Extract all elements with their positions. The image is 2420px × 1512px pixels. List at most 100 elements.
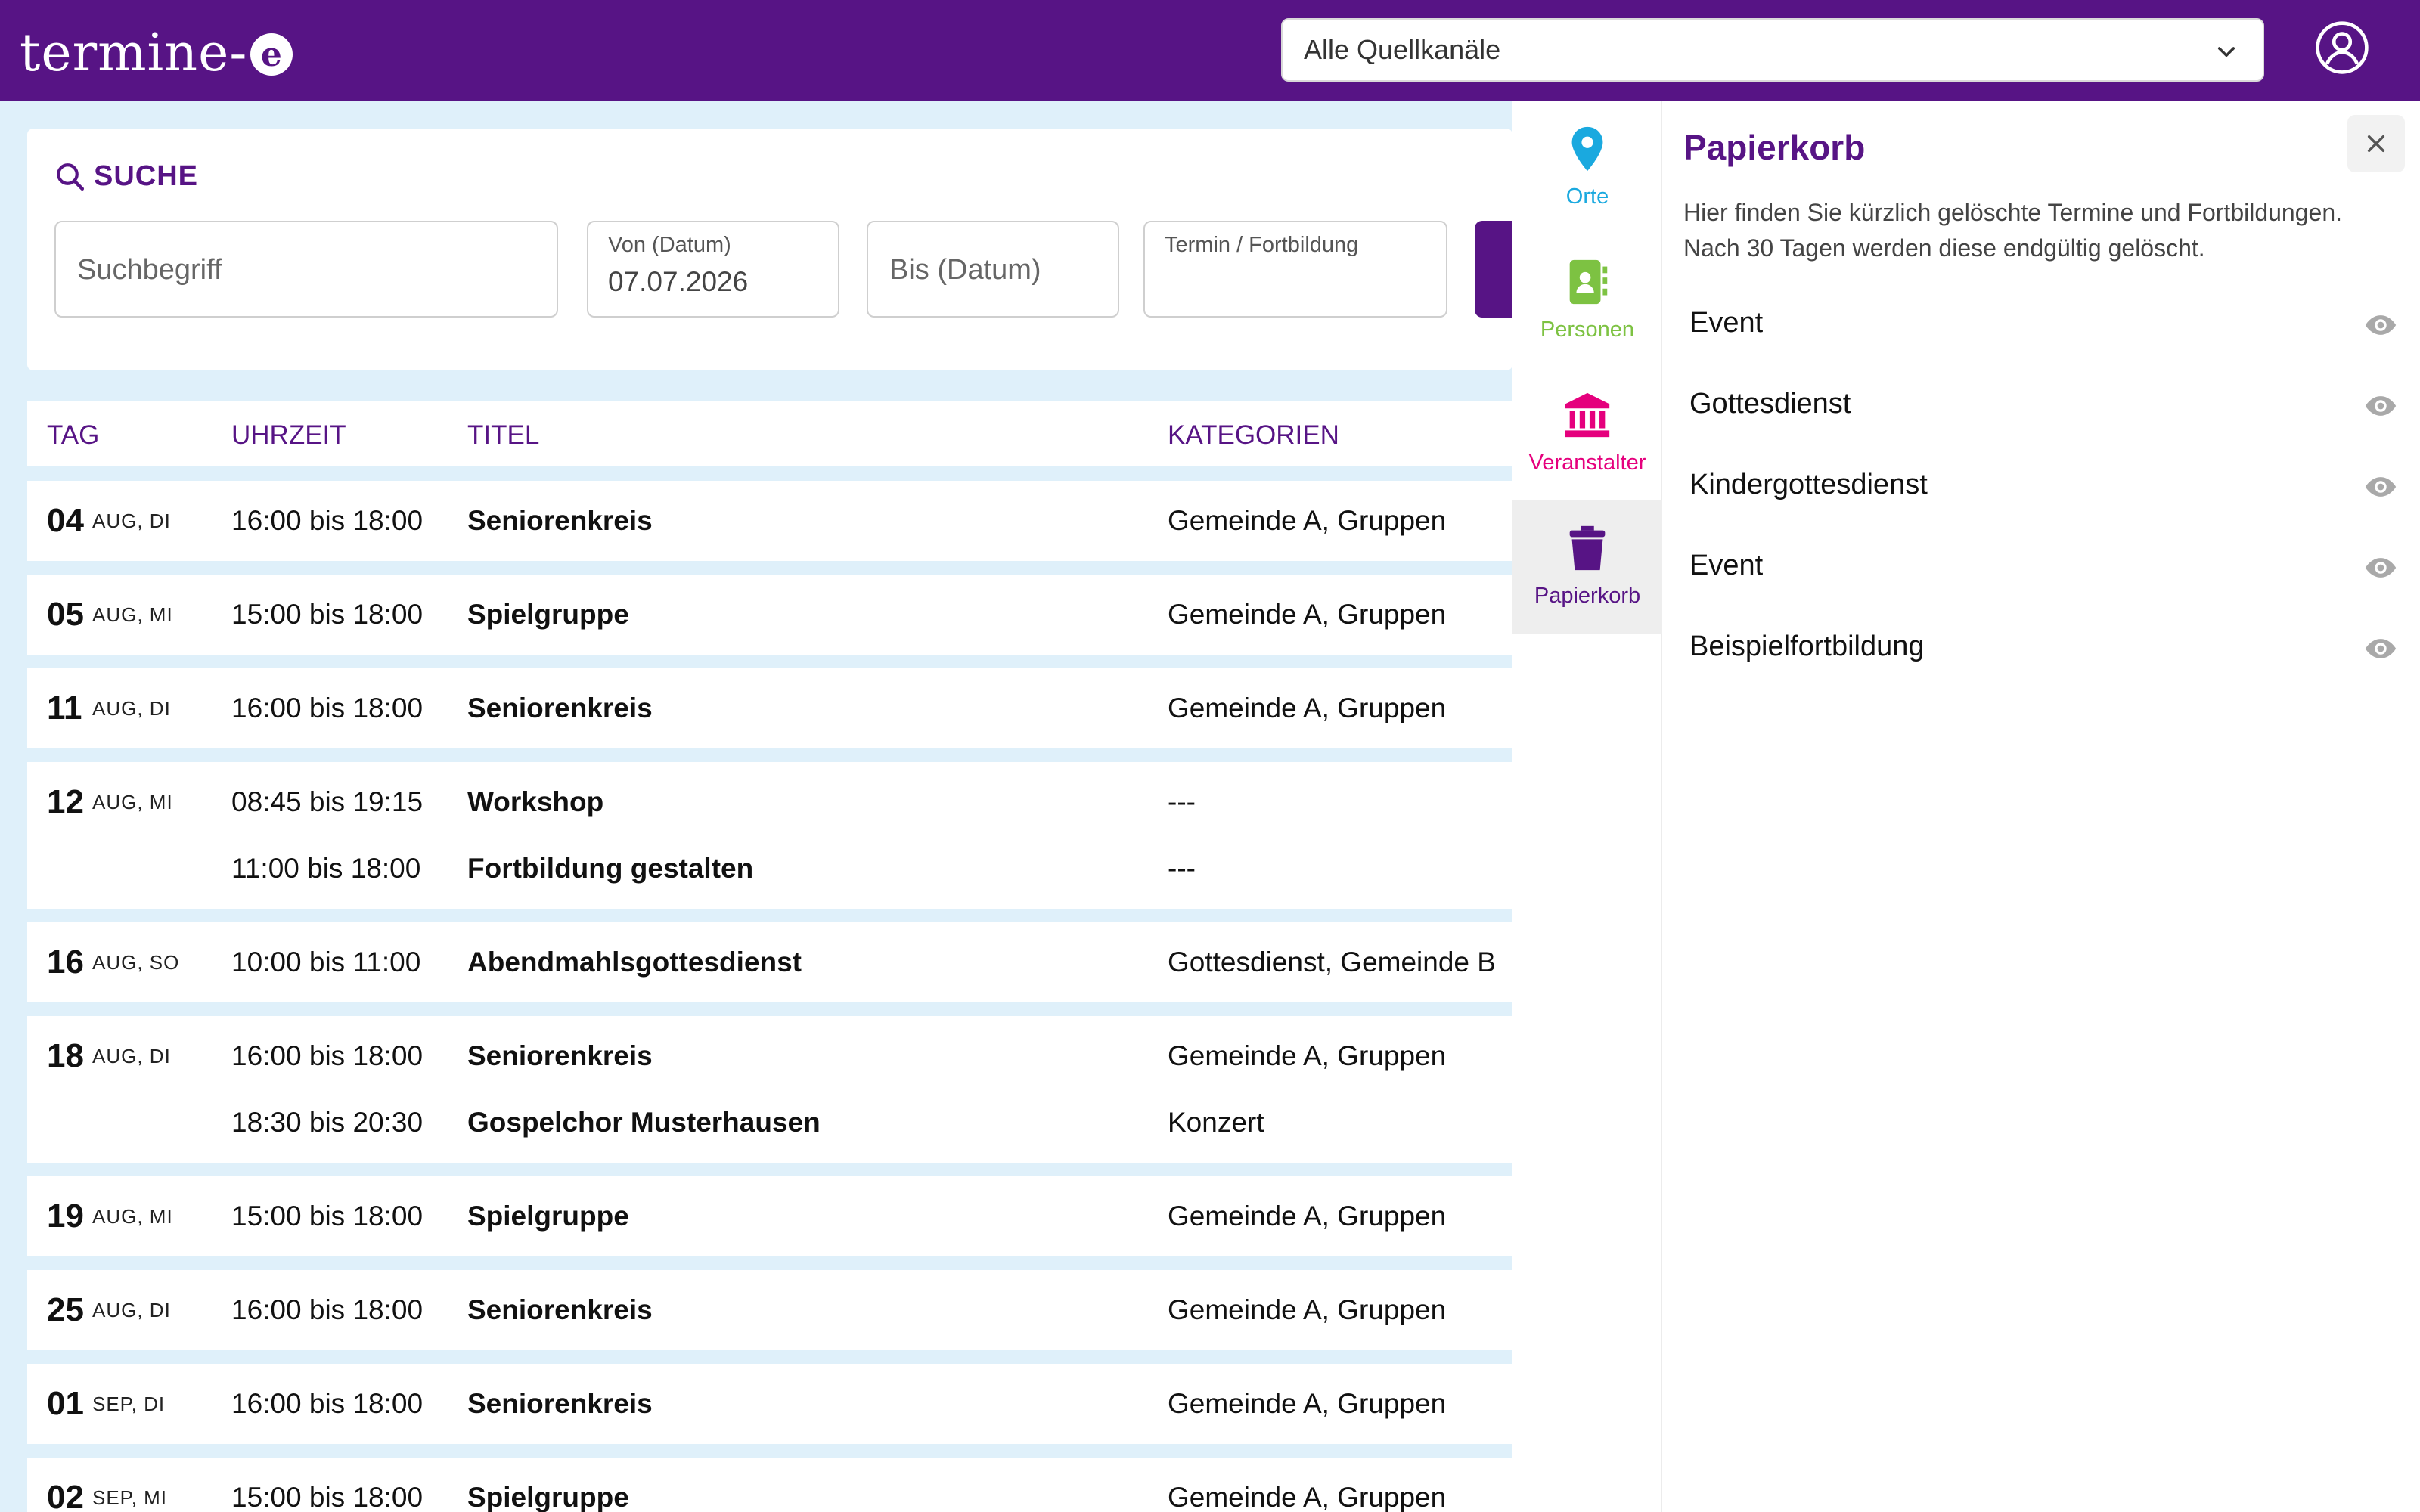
day-number: 11 [47, 689, 82, 727]
event-categories: --- [1168, 853, 1196, 884]
to-date-field[interactable]: Bis (Datum) [867, 221, 1119, 318]
keyword-placeholder: Suchbegriff [77, 254, 222, 286]
source-channel-select[interactable]: Alle Quellkanäle [1281, 18, 2264, 82]
event-time: 15:00 bis 18:00 [231, 1201, 424, 1232]
event-time: 15:00 bis 18:00 [231, 599, 424, 630]
table-row[interactable]: 19 AUG, MI 15:00 bis 18:00 Spielgruppe Gemei… [27, 1176, 1512, 1256]
event-time: 16:00 bis 18:00 [231, 1040, 424, 1071]
trash-item[interactable]: Beispielfortbildung [1683, 618, 2402, 679]
day-month-weekday: AUG, SO [92, 951, 180, 974]
event-title[interactable]: Seniorenkreis [467, 1294, 653, 1326]
close-button[interactable] [2347, 115, 2405, 172]
event-time: 16:00 bis 18:00 [231, 1294, 424, 1325]
nav-label-veranstalter: Veranstalter [1528, 451, 1646, 475]
event-title[interactable]: Gospelchor Musterhausen [467, 1107, 821, 1139]
event-categories: Konzert [1168, 1107, 1264, 1138]
table-row[interactable]: 02 SEP, MI 15:00 bis 18:00 Spielgruppe Gemei… [27, 1458, 1512, 1512]
day-month-weekday: AUG, MI [92, 1205, 173, 1228]
table-row[interactable]: 05 AUG, MI 15:00 bis 18:00 Spielgruppe Gemei… [27, 575, 1512, 655]
keyword-input[interactable]: Suchbegriff [54, 221, 558, 318]
user-account-icon[interactable] [2314, 20, 2370, 76]
location-pin-icon [1571, 126, 1603, 172]
column-header-time[interactable]: UHRZEIT [231, 420, 346, 451]
day-number: 01 [47, 1385, 84, 1422]
event-title[interactable]: Workshop [467, 786, 603, 818]
top-bar: termine-e Alle Quellkanäle [0, 0, 2420, 101]
day-month-weekday: AUG, DI [92, 1045, 171, 1067]
event-categories: Gemeinde A, Gruppen [1168, 692, 1447, 723]
trash-item[interactable]: Event [1683, 538, 2402, 598]
table-row[interactable]: 18 AUG, DI 16:00 bis 18:00 Seniorenkreis Gem… [27, 1016, 1512, 1163]
table-row[interactable]: 25 AUG, DI 16:00 bis 18:00 Seniorenkreis Gem… [27, 1270, 1512, 1350]
event-categories: Gemeinde A, Gruppen [1168, 1294, 1447, 1325]
event-time: 16:00 bis 18:00 [231, 1388, 424, 1419]
day-month-weekday: SEP, DI [92, 1393, 166, 1415]
eye-icon[interactable] [2364, 551, 2397, 584]
nav-label-orte: Orte [1565, 184, 1609, 209]
table-row[interactable]: 11 AUG, DI 16:00 bis 18:00 Seniorenkreis Gem… [27, 668, 1512, 748]
eye-icon[interactable] [2364, 389, 2397, 423]
institution-icon [1565, 392, 1610, 438]
close-icon [2367, 135, 2385, 153]
side-panel: Orte Personen Veranstalter Papierkorb Pa… [1512, 101, 2420, 1512]
event-title[interactable]: Seniorenkreis [467, 1388, 653, 1420]
from-date-value: 07.07.2026 [608, 266, 749, 297]
event-title[interactable]: Spielgruppe [467, 1482, 629, 1512]
table-row[interactable]: 12 AUG, MI 08:45 bis 19:15 Workshop --- 11:00… [27, 762, 1512, 909]
table-row[interactable]: 01 SEP, DI 16:00 bis 18:00 Seniorenkreis Gem… [27, 1364, 1512, 1444]
event-categories: Gemeinde A, Gruppen [1168, 1482, 1447, 1512]
event-title[interactable]: Abendmahlsgottesdienst [467, 947, 802, 978]
event-title[interactable]: Fortbildung gestalten [467, 853, 753, 885]
event-time: 11:00 bis 18:00 [231, 853, 421, 884]
logo-text: termine- [20, 23, 248, 83]
column-header-title[interactable]: TITEL [467, 420, 539, 451]
event-categories: --- [1168, 786, 1196, 817]
trash-item-name: Event [1689, 307, 1764, 339]
day-number: 04 [47, 502, 84, 539]
eye-icon[interactable] [2364, 470, 2397, 503]
from-date-field[interactable]: Von (Datum) 07.07.2026 [587, 221, 839, 318]
trash-item[interactable]: Kindergottesdienst [1683, 457, 2402, 517]
nav-label-personen: Personen [1540, 318, 1635, 342]
trash-item-name: Beispielfortbildung [1689, 631, 1925, 662]
search-title: SUCHE [94, 160, 199, 192]
logo[interactable]: termine-e [20, 20, 293, 86]
column-header-categories[interactable]: KATEGORIEN [1168, 420, 1339, 451]
nav-item-orte[interactable]: Orte [1512, 101, 1662, 234]
trash-item[interactable]: Gottesdienst [1683, 376, 2402, 436]
event-time: 18:30 bis 20:30 [231, 1107, 424, 1138]
column-header-day[interactable]: TAG [47, 420, 99, 451]
event-title[interactable]: Seniorenkreis [467, 692, 653, 724]
nav-item-veranstalter[interactable]: Veranstalter [1512, 367, 1662, 500]
table-header: TAG UHRZEIT TITEL KATEGORIEN [27, 401, 1512, 466]
search-heading: SUCHE [54, 160, 198, 193]
event-title[interactable]: Spielgruppe [467, 599, 629, 631]
day-month-weekday: AUG, DI [92, 510, 171, 532]
panel-title: Papierkorb [1683, 128, 1866, 167]
event-time: 16:00 bis 18:00 [231, 505, 424, 536]
day-number: 19 [47, 1198, 84, 1235]
event-title[interactable]: Spielgruppe [467, 1201, 629, 1232]
event-time: 08:45 bis 19:15 [231, 786, 424, 817]
trash-icon [1569, 525, 1606, 571]
table-row[interactable]: 04 AUG, DI 16:00 bis 18:00 Seniorenkreis Gem… [27, 481, 1512, 561]
from-date-label: Von (Datum) [608, 233, 731, 257]
day-month-weekday: AUG, DI [92, 1299, 171, 1321]
table-row[interactable]: 16 AUG, SO 10:00 bis 11:00 Abendmahlsgottes… [27, 922, 1512, 1002]
source-channel-value: Alle Quellkanäle [1304, 34, 1501, 65]
nav-item-personen[interactable]: Personen [1512, 234, 1662, 367]
chevron-down-icon [2217, 47, 2235, 57]
event-title[interactable]: Seniorenkreis [467, 1040, 653, 1072]
search-card: SUCHE Suchbegriff Von (Datum) 07.07.2026… [27, 129, 1520, 370]
nav-item-papierkorb[interactable]: Papierkorb [1512, 500, 1662, 634]
trash-item[interactable]: Event [1683, 295, 2402, 355]
eye-icon[interactable] [2364, 308, 2397, 342]
day-number: 16 [47, 943, 84, 981]
day-number: 25 [47, 1291, 84, 1328]
contact-book-icon [1569, 259, 1608, 305]
event-title[interactable]: Seniorenkreis [467, 505, 653, 537]
type-select[interactable]: Termin / Fortbildung [1143, 221, 1447, 318]
eye-icon[interactable] [2364, 632, 2397, 665]
trash-item-name: Event [1689, 550, 1764, 581]
event-time: 15:00 bis 18:00 [231, 1482, 424, 1512]
